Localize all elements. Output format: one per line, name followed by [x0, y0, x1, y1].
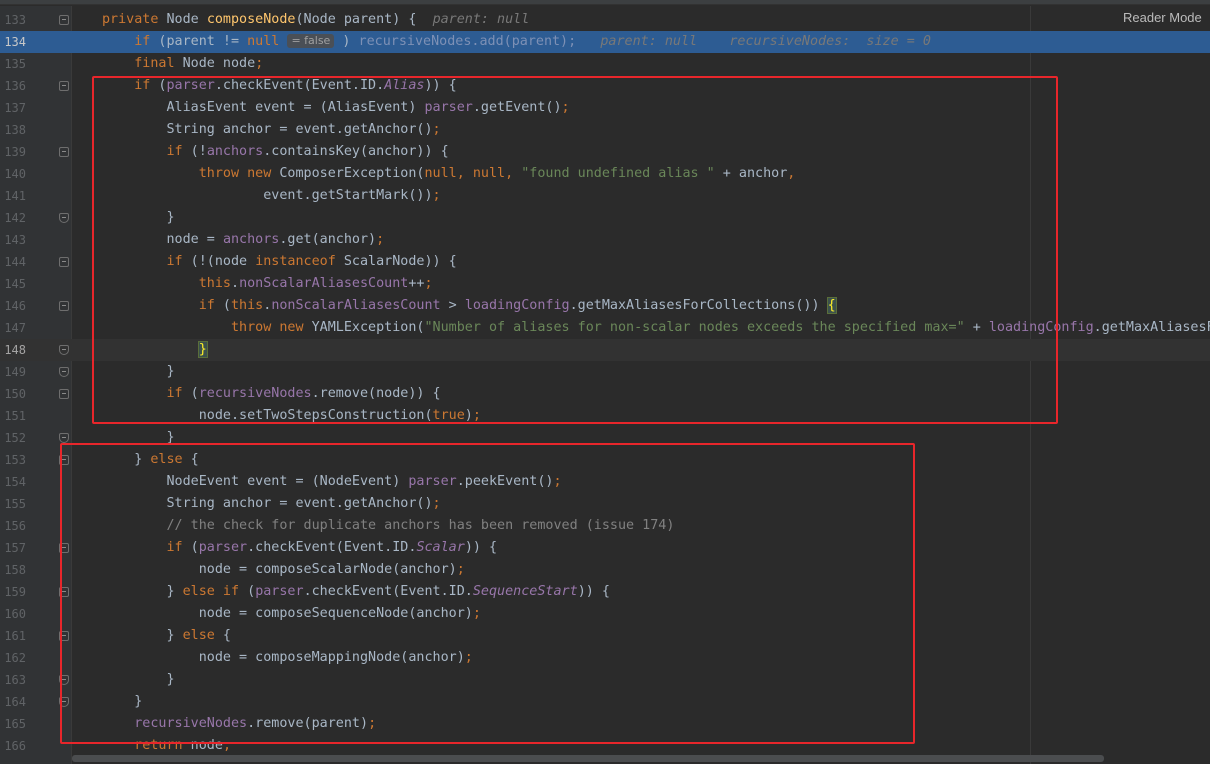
code-text: final Node node;	[134, 56, 264, 71]
line-number: 155	[4, 497, 26, 511]
line-number: 164	[4, 695, 26, 709]
reader-mode-toggle[interactable]: Reader Mode	[1123, 10, 1202, 25]
line-number: 152	[4, 431, 26, 445]
fold-toggle-icon[interactable]	[59, 367, 69, 377]
annotation-box-else-branch	[60, 443, 915, 744]
line-number: 148	[4, 343, 26, 357]
line-number: 143	[4, 233, 26, 247]
code-text: private Node composeNode(Node parent) { …	[102, 12, 530, 27]
line-number: 140	[4, 167, 26, 181]
fold-toggle-icon[interactable]	[59, 213, 69, 223]
line-number: 137	[4, 101, 26, 115]
editor-top-border	[0, 0, 1210, 5]
fold-toggle-icon[interactable]	[59, 389, 69, 399]
code-line[interactable]: 133 private Node composeNode(Node parent)…	[0, 9, 1210, 31]
fold-toggle-icon[interactable]	[59, 81, 69, 91]
code-line[interactable]: 135 final Node node;	[0, 53, 1210, 75]
fold-toggle-icon[interactable]	[59, 257, 69, 267]
line-number: 158	[4, 563, 26, 577]
line-number: 151	[4, 409, 26, 423]
annotation-box-alias-branch	[92, 76, 1058, 424]
line-number: 145	[4, 277, 26, 291]
line-number: 147	[4, 321, 26, 335]
line-number: 154	[4, 475, 26, 489]
line-number: 138	[4, 123, 26, 137]
line-number: 149	[4, 365, 26, 379]
line-number: 144	[4, 255, 26, 269]
line-number: 133	[4, 13, 26, 27]
fold-toggle-icon[interactable]	[59, 15, 69, 25]
line-number: 165	[4, 717, 26, 731]
line-number: 139	[4, 145, 26, 159]
code-line[interactable]: 134 if (parent != null = false ) recursi…	[0, 31, 1210, 53]
line-number: 162	[4, 651, 26, 665]
line-number: 160	[4, 607, 26, 621]
line-number: 136	[4, 79, 26, 93]
fold-toggle-icon[interactable]	[59, 301, 69, 311]
line-number: 134	[4, 35, 26, 49]
line-number: 156	[4, 519, 26, 533]
code-editor[interactable]: 133 private Node composeNode(Node parent)…	[0, 0, 1210, 764]
line-number: 161	[4, 629, 26, 643]
code-text: if (parent != null = false ) recursiveNo…	[134, 34, 931, 49]
horizontal-scrollbar[interactable]	[72, 755, 1104, 762]
fold-toggle-icon[interactable]	[59, 147, 69, 157]
line-number: 159	[4, 585, 26, 599]
line-number: 150	[4, 387, 26, 401]
line-number: 141	[4, 189, 26, 203]
line-number: 142	[4, 211, 26, 225]
line-number: 135	[4, 57, 26, 71]
line-number: 153	[4, 453, 26, 467]
line-number: 146	[4, 299, 26, 313]
line-number: 157	[4, 541, 26, 555]
line-number: 163	[4, 673, 26, 687]
fold-toggle-icon[interactable]	[59, 345, 69, 355]
fold-toggle-icon[interactable]	[59, 433, 69, 443]
line-number: 166	[4, 739, 26, 753]
